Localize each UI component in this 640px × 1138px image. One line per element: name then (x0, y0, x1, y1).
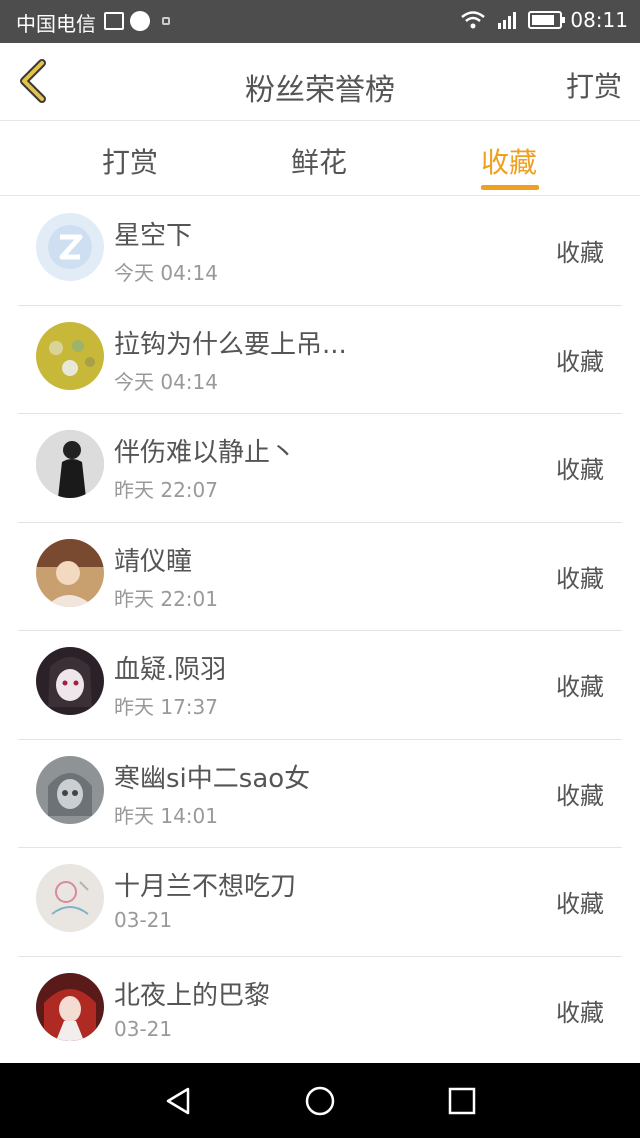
nav-home-icon[interactable] (304, 1085, 336, 1117)
timestamp: 今天 04:14 (114, 261, 218, 285)
reward-button[interactable]: 打赏 (566, 65, 622, 105)
timestamp: 今天 04:14 (114, 369, 218, 394)
activity-icon (104, 12, 124, 30)
avatar[interactable] (36, 864, 104, 932)
timestamp: 昨天 22:07 (114, 478, 218, 502)
avatar[interactable] (36, 755, 104, 824)
tab-flowers[interactable]: 鲜花 (291, 141, 347, 181)
battery-icon (528, 11, 566, 29)
header-bar: 粉丝荣誉榜 打赏 (0, 43, 640, 121)
fan-list: 星空下 今天 04:14 收藏 拉钩为什么要上吊... 今天 04:14 收藏 … (0, 197, 640, 1065)
tab-collect[interactable]: 收藏 (481, 141, 537, 181)
notification-dot-icon (162, 17, 170, 25)
status-left-icons (104, 11, 170, 31)
avatar[interactable] (36, 647, 104, 715)
action-tag: 收藏 (556, 347, 604, 376)
user-name: 寒幽si中二sao女 (114, 763, 311, 794)
list-item[interactable]: 血疑.陨羽 昨天 17:37 收藏 (18, 631, 622, 740)
action-tag: 收藏 (556, 890, 604, 918)
user-name: 血疑.陨羽 (114, 655, 227, 685)
action-tag: 收藏 (556, 456, 604, 484)
action-tag: 收藏 (556, 673, 604, 701)
status-bar: 中国电信 08:11 (0, 0, 640, 43)
page-title: 粉丝荣誉榜 (245, 73, 395, 108)
timestamp: 03-21 (114, 908, 173, 932)
status-right: 08:11 (460, 8, 628, 32)
avatar[interactable] (36, 430, 104, 498)
action-tag: 收藏 (556, 998, 604, 1027)
user-name: 星空下 (114, 221, 193, 251)
list-item[interactable]: 靖仪瞳 昨天 22:01 收藏 (18, 523, 622, 631)
avatar[interactable] (36, 213, 104, 281)
tab-reward[interactable]: 打赏 (102, 141, 158, 181)
user-name: 靖仪瞳 (114, 546, 193, 577)
carrier-label: 中国电信 (16, 12, 96, 36)
app-notification-icon (130, 11, 150, 31)
list-item[interactable]: 伴伤难以静止丶 昨天 22:07 收藏 (18, 414, 622, 523)
nav-recents-icon[interactable] (446, 1085, 478, 1117)
list-item[interactable]: 拉钩为什么要上吊... 今天 04:14 收藏 (18, 306, 622, 414)
user-name: 伴伤难以静止丶 (114, 438, 297, 468)
user-name: 北夜上的巴黎 (114, 980, 271, 1011)
avatar[interactable] (36, 538, 104, 607)
signal-icon (498, 12, 517, 29)
system-nav-bar (0, 1063, 640, 1138)
tab-bar: 打赏 鲜花 收藏 (0, 121, 640, 196)
list-item[interactable]: 寒幽si中二sao女 昨天 14:01 收藏 (18, 740, 622, 848)
list-item[interactable]: 十月兰不想吃刀 03-21 收藏 (18, 848, 622, 957)
list-item[interactable]: 北夜上的巴黎 03-21 收藏 (18, 957, 622, 1065)
user-name: 拉钩为什么要上吊... (114, 329, 347, 360)
active-tab-indicator (481, 185, 539, 190)
status-time: 08:11 (570, 8, 628, 32)
timestamp: 03-21 (114, 1016, 173, 1041)
nav-back-icon[interactable] (162, 1085, 194, 1117)
action-tag: 收藏 (556, 239, 604, 267)
user-name: 十月兰不想吃刀 (114, 872, 297, 902)
action-tag: 收藏 (556, 781, 604, 810)
list-item[interactable]: 星空下 今天 04:14 收藏 (18, 197, 622, 306)
wifi-icon (461, 11, 486, 29)
avatar[interactable] (36, 972, 104, 1041)
timestamp: 昨天 14:01 (114, 803, 218, 828)
avatar[interactable] (36, 321, 104, 390)
timestamp: 昨天 22:01 (114, 586, 218, 611)
timestamp: 昨天 17:37 (114, 695, 218, 719)
action-tag: 收藏 (556, 564, 604, 593)
